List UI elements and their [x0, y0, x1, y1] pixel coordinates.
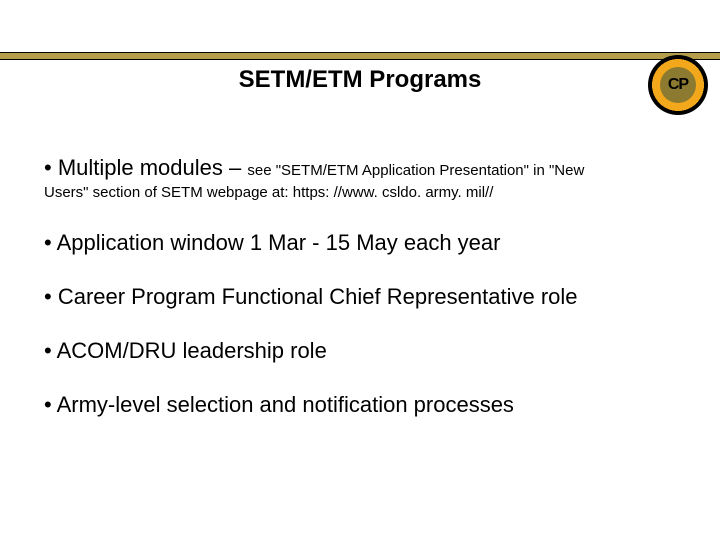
cp-logo-text: CP	[668, 76, 688, 94]
cp-logo: CP	[648, 55, 708, 115]
bullet-item: • Career Program Functional Chief Repres…	[44, 283, 680, 311]
bullet-lead: • Application window 1 Mar - 15 May each…	[44, 230, 500, 255]
bullet-item: • ACOM/DRU leadership role	[44, 337, 680, 365]
bullet-lead: • ACOM/DRU leadership role	[44, 338, 327, 363]
bullet-lead: • Multiple modules –	[44, 155, 247, 180]
slide-body: • Multiple modules – see "SETM/ETM Appli…	[0, 124, 720, 419]
bullet-subtext-line2: Users" section of SETM webpage at: https…	[44, 184, 680, 203]
bullet-lead: • Army-level selection and notification …	[44, 392, 514, 417]
page-title: SETM/ETM Programs	[0, 66, 720, 94]
bullet-item: • Application window 1 Mar - 15 May each…	[44, 229, 680, 257]
bullet-item: • Army-level selection and notification …	[44, 391, 680, 419]
bullet-subtext-inline: see "SETM/ETM Application Presentation" …	[247, 162, 584, 179]
divider-rule	[0, 52, 720, 62]
bullet-item: • Multiple modules – see "SETM/ETM Appli…	[44, 154, 680, 203]
slide-header: SETM/ETM Programs CP	[0, 52, 720, 124]
bullet-lead: • Career Program Functional Chief Repres…	[44, 284, 578, 309]
